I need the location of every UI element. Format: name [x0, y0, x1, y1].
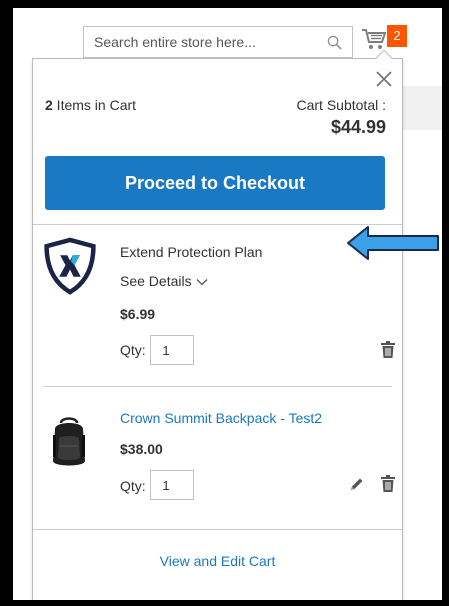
backpack-image[interactable] [49, 415, 89, 469]
cart-item-price: $38.00 [120, 441, 163, 457]
dropdown-pointer [375, 49, 393, 67]
trash-icon[interactable] [381, 341, 395, 358]
cart-icon[interactable] [361, 26, 387, 52]
proceed-to-checkout-button[interactable]: Proceed to Checkout [45, 156, 385, 210]
search-input[interactable] [84, 27, 352, 57]
cart-item-price: $6.99 [120, 306, 156, 322]
cart-item-name-link[interactable]: Crown Summit Backpack - Test2 [120, 410, 322, 426]
items-count-label: Items in Cart [52, 97, 137, 113]
annotation-arrow-icon [347, 226, 439, 260]
subtotal-label: Cart Subtotal : [296, 97, 387, 113]
cart-item-name: Extend Protection Plan [120, 244, 263, 260]
subtotal-amount: $44.99 [330, 117, 386, 137]
items-count-number: 2 [45, 97, 53, 113]
page-frame: 2 2 Items in Cart Cart Subtotal : $44.99… [13, 8, 442, 600]
cart-counter-badge[interactable]: 2 [387, 25, 407, 47]
divider [43, 386, 392, 387]
search-box [83, 26, 353, 58]
see-details-label: See Details [120, 273, 192, 289]
extend-logo-icon[interactable] [43, 237, 97, 295]
qty-label: Qty: [120, 478, 146, 494]
divider [33, 529, 402, 530]
view-and-edit-cart-link[interactable]: View and Edit Cart [33, 553, 402, 569]
see-details-toggle[interactable]: See Details [120, 273, 208, 289]
background-strip [403, 86, 442, 130]
qty-label: Qty: [120, 342, 146, 358]
search-icon[interactable] [327, 35, 342, 50]
chevron-down-icon [196, 279, 208, 286]
qty-input[interactable] [150, 470, 194, 500]
trash-icon[interactable] [381, 475, 395, 492]
items-in-cart-count: 2 Items in Cart [45, 97, 136, 113]
pencil-icon[interactable] [350, 477, 364, 491]
close-icon[interactable] [374, 69, 394, 89]
minicart-dropdown: 2 Items in Cart Cart Subtotal : $44.99 P… [32, 49, 403, 600]
qty-input[interactable] [150, 335, 194, 365]
